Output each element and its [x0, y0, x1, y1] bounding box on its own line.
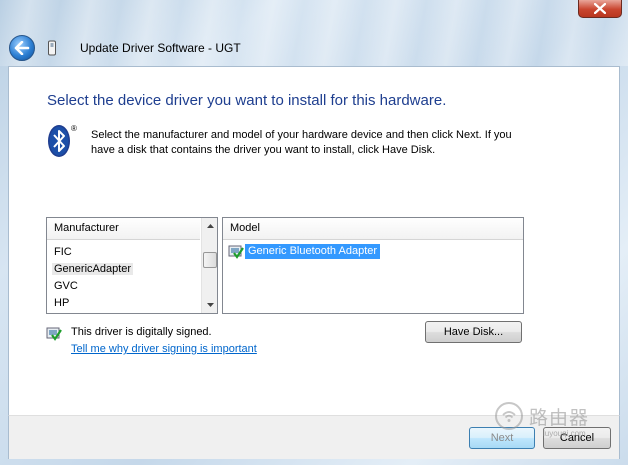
- scroll-up-button[interactable]: [202, 218, 218, 234]
- list-item-selected[interactable]: GenericAdapter: [47, 261, 200, 278]
- manufacturer-items: FIC GenericAdapter GVC HP: [47, 244, 200, 312]
- close-button[interactable]: [578, 0, 622, 18]
- arrow-down-icon: [206, 303, 214, 307]
- registered-mark: ®: [71, 124, 77, 133]
- model-list[interactable]: Model Generic Bluetooth Adapter: [222, 217, 524, 314]
- have-disk-button[interactable]: Have Disk...: [425, 321, 522, 343]
- model-header: Model: [223, 218, 523, 240]
- manufacturer-list[interactable]: Manufacturer FIC GenericAdapter GVC HP: [46, 217, 218, 314]
- instructions-text: Select the manufacturer and model of you…: [91, 129, 512, 156]
- model-item-label: Generic Bluetooth Adapter: [245, 243, 381, 259]
- back-arrow-icon: [14, 41, 30, 55]
- signing-status: This driver is digitally signed.: [71, 326, 212, 338]
- list-item-selected[interactable]: Generic Bluetooth Adapter: [228, 243, 381, 259]
- manufacturer-scrollbar[interactable]: [201, 218, 217, 313]
- scroll-down-button[interactable]: [202, 297, 218, 313]
- close-icon: [594, 3, 606, 14]
- arrow-up-icon: [206, 224, 214, 228]
- driver-signing-link[interactable]: Tell me why driver signing is important: [71, 343, 257, 355]
- page-heading: Select the device driver you want to ins…: [47, 92, 447, 109]
- watermark-url: luyouqi.com: [543, 429, 586, 438]
- watermark-text: 路由器: [529, 406, 590, 429]
- window-title: Update Driver Software - UGT: [80, 41, 241, 55]
- manufacturer-header: Manufacturer: [47, 218, 200, 240]
- device-icon: [48, 40, 56, 56]
- signed-driver-icon: [228, 245, 244, 259]
- scroll-thumb[interactable]: [203, 252, 217, 268]
- list-item[interactable]: HP: [47, 295, 200, 312]
- back-button[interactable]: [9, 35, 35, 61]
- glass-titlebar: [0, 0, 628, 66]
- list-item[interactable]: GVC: [47, 278, 200, 295]
- content-panel: Select the device driver you want to ins…: [8, 66, 620, 415]
- bluetooth-icon: [48, 125, 70, 157]
- signed-driver-icon: [46, 327, 62, 341]
- watermark: 路由器: [495, 401, 625, 431]
- list-item[interactable]: FIC: [47, 244, 200, 261]
- wifi-icon: [495, 402, 523, 430]
